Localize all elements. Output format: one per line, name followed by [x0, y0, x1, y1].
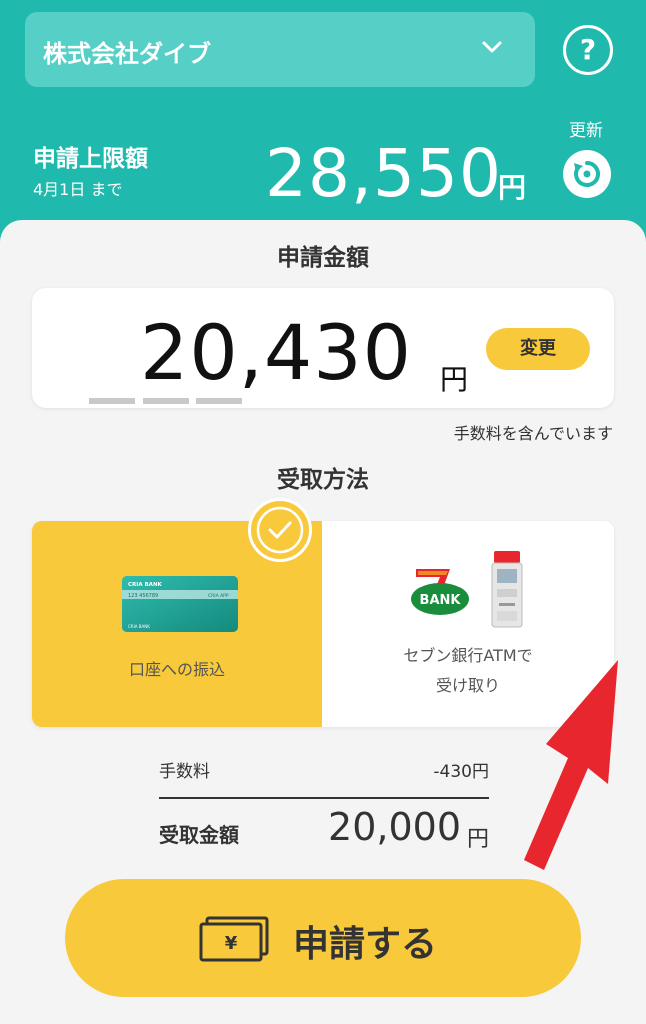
svg-text:123 456789: 123 456789 [128, 593, 158, 599]
receive-amount-currency: 円 [466, 827, 489, 852]
svg-text:CRIA BANK: CRIA BANK [128, 582, 163, 588]
bank-card-icon: CRIA BANK 123 456789 CRIA APP CRIA BANK [122, 576, 238, 632]
limit-date: 4月1日 まで [33, 180, 123, 199]
apply-label: 申請する [293, 924, 438, 965]
receive-title: 受取方法 [277, 467, 369, 493]
refresh-icon [574, 161, 600, 187]
fee-note: 手数料を含んでいます [453, 424, 613, 443]
amount-card[interactable]: 20,430 円 変更 [32, 288, 614, 408]
company-name: 株式会社ダイブ [43, 40, 211, 68]
change-button[interactable]: 変更 [486, 328, 590, 370]
limit-amount: 28,550 [265, 135, 502, 212]
digit-placeholder [196, 398, 242, 404]
limit-label: 申請上限額 [33, 146, 148, 172]
request-title: 申請金額 [277, 245, 369, 271]
digit-placeholder [89, 398, 135, 404]
divider [159, 797, 489, 799]
svg-text:CRIA BANK: CRIA BANK [128, 624, 150, 629]
seven-bank-logo-icon: BANK [411, 569, 469, 615]
refresh-button[interactable] [563, 150, 611, 198]
receive-amount-value: 20,000 [328, 805, 461, 849]
limit-currency: 円 [498, 171, 527, 204]
atm-machine-icon [491, 551, 523, 628]
help-icon[interactable]: ? [563, 25, 613, 75]
selected-check-badge [248, 498, 312, 562]
svg-text:CRIA APP: CRIA APP [208, 593, 229, 599]
refresh-label: 更新 [569, 121, 603, 141]
chevron-down-icon [482, 41, 502, 53]
red-arrow-annotation [524, 660, 618, 870]
receive-amount-label: 受取金額 [159, 823, 239, 847]
svg-text:¥: ¥ [225, 933, 238, 954]
method-bank-label: 口座への振込 [128, 660, 225, 679]
apply-button[interactable]: ¥ 申請する [65, 879, 581, 997]
request-currency: 円 [440, 363, 469, 396]
cash-yen-icon: ¥ [199, 916, 269, 962]
digit-placeholder [143, 398, 189, 404]
company-selector[interactable]: 株式会社ダイブ [25, 12, 535, 87]
fee-label: 手数料 [159, 762, 210, 782]
request-amount: 20,430 [140, 308, 412, 397]
svg-text:BANK: BANK [420, 593, 462, 608]
header: 株式会社ダイブ ? 申請上限額 4月1日 まで 28,550 円 更新 [0, 0, 646, 250]
fee-value: -430円 [433, 762, 489, 782]
check-icon [256, 506, 304, 554]
